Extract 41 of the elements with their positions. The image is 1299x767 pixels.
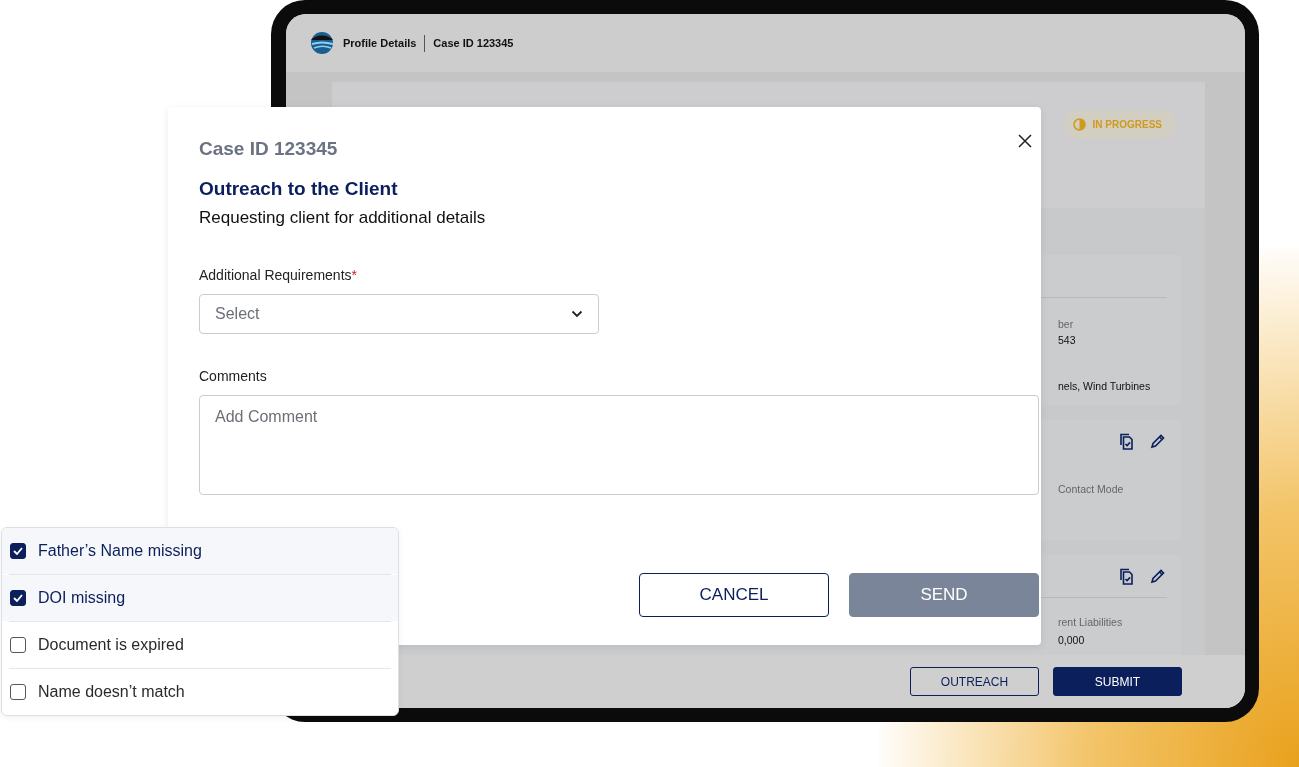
close-icon <box>1018 134 1032 148</box>
pencil-icon[interactable] <box>1150 434 1165 449</box>
option-label: Document is expired <box>38 636 184 654</box>
pencil-icon[interactable] <box>1150 568 1165 584</box>
field-value: 0,000 <box>1058 633 1086 648</box>
modal-title: Outreach to the Client <box>199 177 399 201</box>
option-label: Name doesn’t match <box>38 683 185 701</box>
option-label: Father’s Name missing <box>38 542 202 560</box>
option-item[interactable]: Father’s Name missing <box>2 528 398 574</box>
checkbox[interactable] <box>10 684 26 700</box>
field-label: Additional Requirements* <box>199 266 358 284</box>
requirements-dropdown[interactable]: Select <box>199 294 599 334</box>
checkbox[interactable] <box>10 637 26 653</box>
status-badge: IN PROGRESS <box>1063 110 1176 139</box>
option-item[interactable]: DOI missing <box>2 575 398 621</box>
field-label: Contact Mode <box>1058 482 1125 497</box>
comment-field[interactable]: Add Comment <box>199 395 1039 495</box>
case-id: Case ID 123345 <box>433 37 514 49</box>
option-item[interactable]: Document is expired <box>2 622 398 668</box>
page-title: Profile Details <box>343 37 417 49</box>
checkbox[interactable] <box>10 590 26 606</box>
chevron-down-icon <box>571 310 583 318</box>
logo-icon <box>309 31 335 55</box>
case-id: Case ID 123345 <box>199 137 338 161</box>
field-value: 543 <box>1058 333 1077 348</box>
field-label: ber <box>1058 317 1075 332</box>
option-item[interactable]: Name doesn’t match <box>2 669 398 715</box>
copy-icon[interactable] <box>1118 567 1134 585</box>
cancel-button[interactable]: CANCEL <box>639 573 829 617</box>
field-label: Comments <box>199 367 268 385</box>
outreach-button[interactable]: OUTREACH <box>910 667 1039 696</box>
option-label: DOI missing <box>38 589 126 607</box>
checkmark-icon <box>13 547 23 555</box>
checkbox[interactable] <box>10 543 26 559</box>
pie-icon <box>1072 118 1086 131</box>
checkmark-icon <box>13 594 23 602</box>
copy-icon[interactable] <box>1118 433 1134 450</box>
modal-subtitle: Requesting client for additional details <box>199 207 487 229</box>
submit-button[interactable]: SUBMIT <box>1053 667 1182 696</box>
field-value: nels, Wind Turbines <box>1058 379 1152 394</box>
field-label: rent Liabilities <box>1058 615 1124 630</box>
